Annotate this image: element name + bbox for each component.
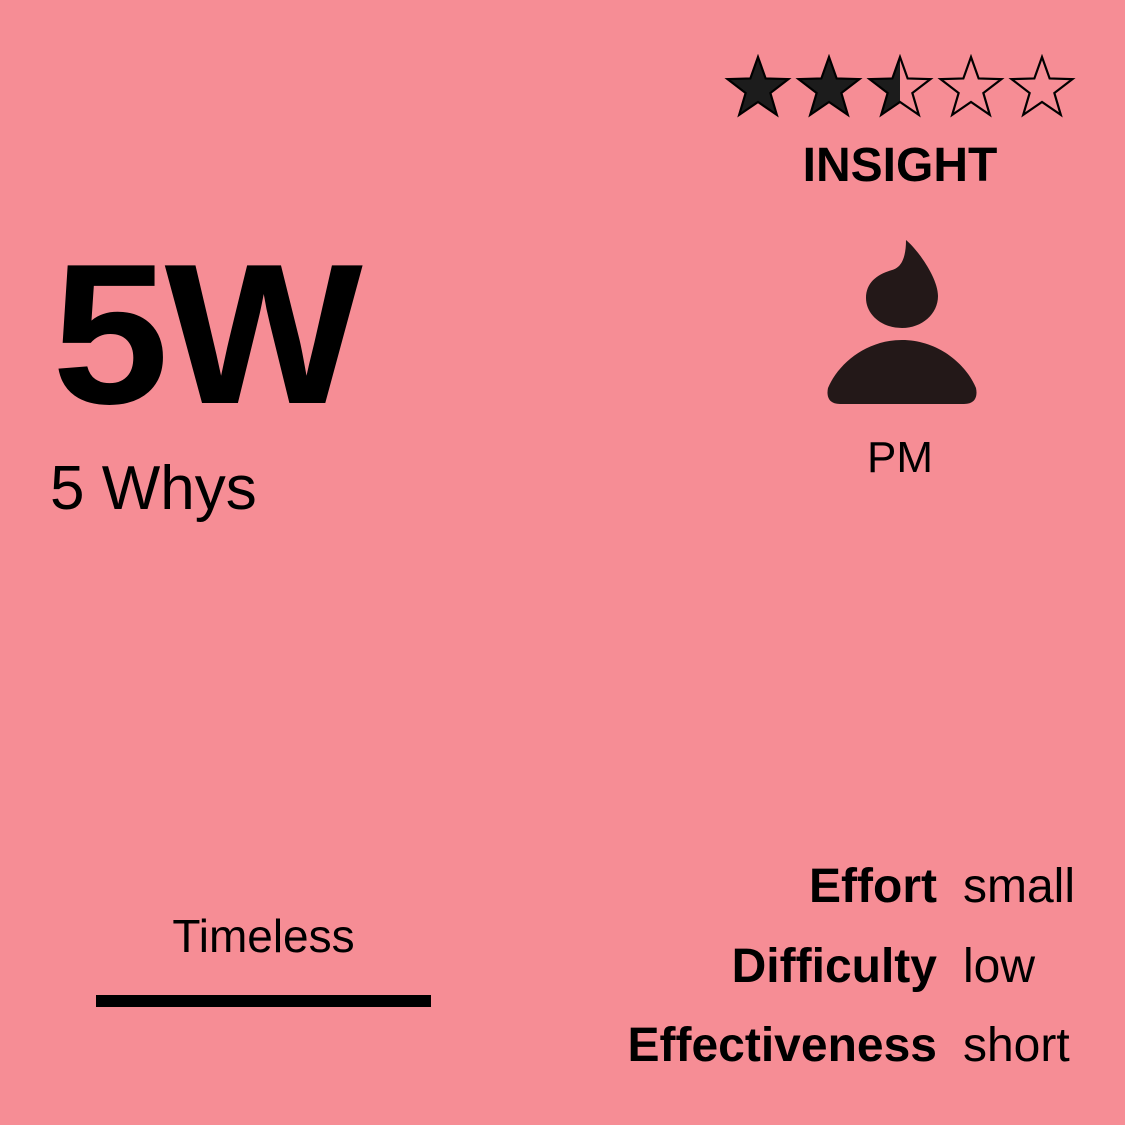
metric-label-effectiveness: Effectiveness	[627, 1019, 937, 1073]
metric-value-effectiveness: short	[962, 1019, 1070, 1073]
rating-stars	[724, 54, 1076, 118]
method-abbreviation: 5W	[52, 223, 363, 446]
star-icon-4	[937, 54, 1005, 118]
role-label: PM	[867, 433, 933, 482]
method-card: 5W 5 Whys INSIGHT PM Timeless Effort sma…	[0, 0, 1125, 1125]
metric-label-effort: Effort	[809, 860, 937, 913]
timeframe-label: Timeless	[172, 910, 355, 962]
person-icon	[827, 240, 977, 404]
timeframe-bar	[96, 995, 431, 1007]
metric-label-difficulty: Difficulty	[731, 939, 937, 993]
star-icon-5	[1008, 54, 1076, 118]
metric-value-difficulty: low	[962, 939, 1036, 993]
metrics-table: Effort small Difficulty low Effectivenes…	[627, 858, 1075, 1075]
metric-value-effort: small	[962, 860, 1075, 913]
category-label: INSIGHT	[802, 139, 998, 192]
method-name: 5 Whys	[50, 454, 257, 523]
